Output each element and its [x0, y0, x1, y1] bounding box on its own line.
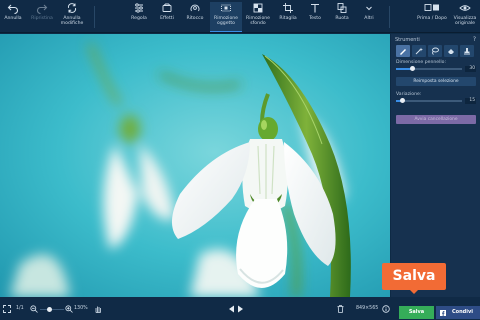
remove-background-label: Rimozione sfondo: [246, 16, 270, 26]
save-label: Salva: [408, 309, 425, 315]
retouch-icon: [190, 4, 200, 12]
stamp-tool[interactable]: [460, 45, 474, 57]
crop-icon: [283, 3, 293, 13]
effects-label: Effetti: [160, 16, 174, 21]
facebook-icon: [440, 309, 446, 316]
undo-changes-button[interactable]: Annulla modifiche: [58, 2, 86, 32]
start-erase-label: Avvia cancellazione: [414, 117, 458, 122]
crop-label: Ritaglia: [279, 16, 297, 21]
help-icon[interactable]: ?: [473, 36, 476, 43]
text-button[interactable]: Testo: [302, 2, 328, 32]
image-canvas[interactable]: [0, 34, 390, 297]
fit-to-screen-icon[interactable]: [3, 305, 11, 313]
view-original-label: Visualizza originale: [453, 16, 477, 26]
share-label: Condivi: [452, 309, 473, 315]
brush-size-slider-handle[interactable]: [410, 66, 415, 71]
image-dimensions: 849×565: [356, 306, 379, 311]
start-erase-button[interactable]: Avvia cancellazione: [396, 115, 476, 124]
save-callout: Salva: [382, 263, 446, 290]
crop-button[interactable]: Ritaglia: [274, 2, 302, 32]
effects-button[interactable]: Effetti: [153, 2, 181, 32]
info-icon[interactable]: [382, 305, 390, 313]
rotate-label: Ruota: [335, 16, 349, 21]
lasso-tool[interactable]: [428, 45, 442, 57]
remove-background-icon: [253, 3, 263, 13]
save-button[interactable]: Salva: [399, 306, 434, 319]
eraser-icon: [221, 4, 231, 12]
reset-selection-label: Reimposta selezione: [413, 79, 459, 84]
smart-brush-tool[interactable]: [412, 45, 426, 57]
previous-image-icon[interactable]: [228, 305, 235, 313]
adjust-label: Regola: [131, 16, 147, 21]
tools-panel-title: Strumenti: [395, 37, 420, 43]
sliders-icon: [135, 3, 143, 13]
toolbar-divider: [94, 6, 95, 28]
save-callout-label: Salva: [392, 268, 436, 284]
save-callout-arrow: [409, 289, 419, 294]
undo-button[interactable]: Annulla: [2, 2, 24, 32]
eraser-tool-icon: [448, 49, 454, 54]
brush-icon: [400, 49, 406, 55]
redo-button[interactable]: Ripristina: [28, 2, 56, 32]
page-indicator: 1/1: [16, 306, 24, 311]
reset-selection-button[interactable]: Reimposta selezione: [396, 77, 476, 86]
toolbar-divider-right: [389, 6, 390, 28]
tools-panel: Strumenti ? Dimensione pennello: 30 Reim…: [391, 34, 480, 297]
eye-icon: [459, 5, 471, 11]
eraser-tool[interactable]: [444, 45, 458, 57]
zoom-value: 130%: [74, 306, 88, 311]
magic-brush-icon: [415, 47, 423, 55]
variation-slider-handle[interactable]: [400, 98, 406, 103]
effects-icon: [162, 3, 172, 12]
reset-icon: [67, 3, 77, 13]
brush-size-label: Dimensione pennello:: [396, 60, 447, 65]
variation-value[interactable]: 15: [465, 97, 476, 104]
remove-background-button[interactable]: Rimozione sfondo: [243, 2, 273, 32]
variation-label: Variazione:: [396, 92, 422, 97]
text-label: Testo: [309, 16, 321, 21]
more-button[interactable]: Altri: [357, 2, 381, 32]
text-icon: [311, 3, 319, 13]
zoom-slider-handle[interactable]: [47, 306, 53, 312]
undo-changes-label: Annulla modifiche: [60, 16, 84, 26]
retouch-button[interactable]: Ritocco: [181, 2, 209, 32]
remove-object-tab[interactable]: Rimozione oggetto: [210, 2, 242, 32]
more-label: Altri: [364, 16, 374, 21]
trash-icon[interactable]: [337, 305, 344, 313]
chevron-down-icon: [366, 6, 372, 11]
zoom-out-icon[interactable]: [30, 305, 38, 313]
before-after-label: Prima / Dopo: [417, 16, 447, 21]
view-original-button[interactable]: Visualizza originale: [450, 2, 480, 32]
brush-tool[interactable]: [396, 45, 410, 57]
adjust-button[interactable]: Regola: [125, 2, 153, 32]
compare-icon: [424, 4, 439, 11]
stamp-icon: [464, 48, 470, 55]
redo-icon: [37, 4, 48, 14]
undo-label: Annulla: [4, 16, 22, 21]
brush-size-value[interactable]: 30: [465, 65, 476, 72]
rotate-icon: [337, 3, 347, 13]
main-toolbar: Annulla Ripristina Annulla modifiche Reg…: [0, 0, 480, 33]
undo-icon: [7, 4, 18, 14]
zoom-in-icon[interactable]: [65, 305, 73, 313]
rotate-button[interactable]: Ruota: [329, 2, 355, 32]
next-image-icon[interactable]: [237, 305, 244, 313]
lasso-icon: [432, 47, 439, 55]
redo-label: Ripristina: [31, 16, 53, 21]
before-after-button[interactable]: Prima / Dopo: [416, 2, 448, 32]
remove-object-label: Rimozione oggetto: [214, 16, 238, 26]
snowdrop-photo: [0, 34, 390, 297]
retouch-label: Ritocco: [186, 16, 204, 21]
variation-track[interactable]: [396, 100, 462, 102]
share-button[interactable]: Condivi: [436, 306, 480, 319]
hand-icon[interactable]: [94, 305, 102, 313]
